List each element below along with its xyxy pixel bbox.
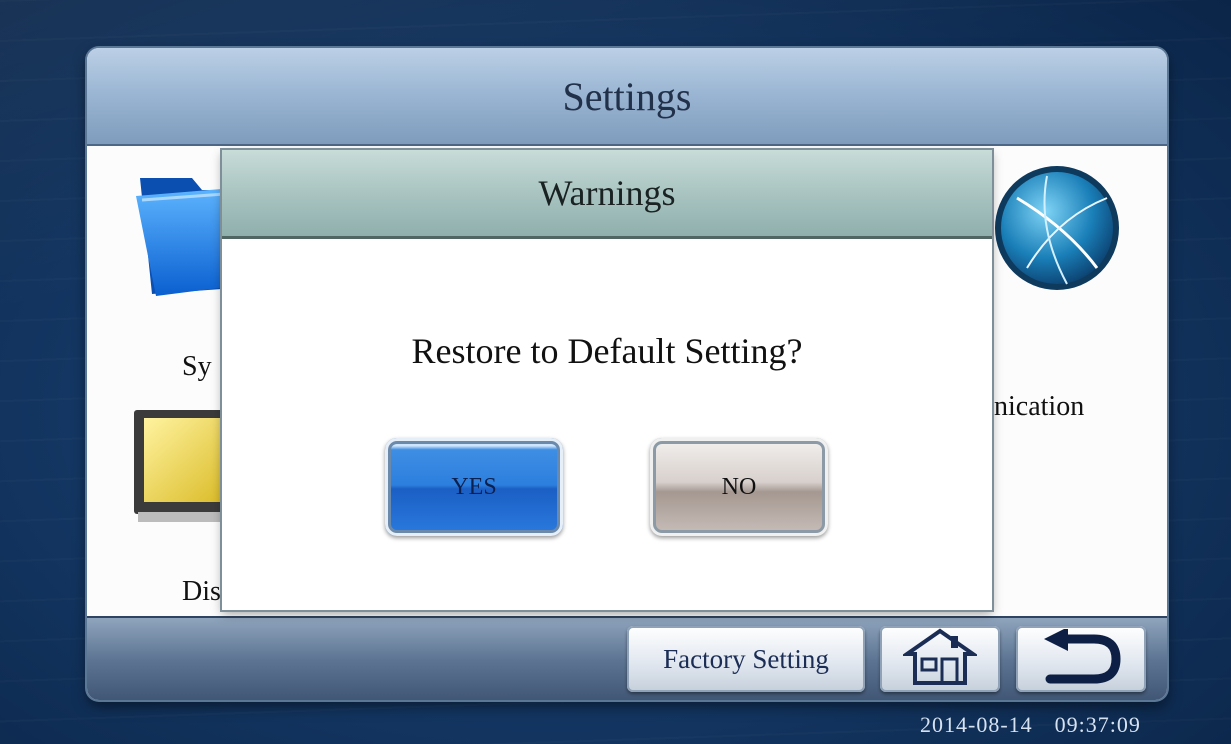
home-icon xyxy=(900,628,980,691)
item-label-display: Dis xyxy=(182,576,221,607)
home-button[interactable] xyxy=(880,626,1000,692)
yes-button-label: YES xyxy=(451,473,497,500)
back-button[interactable] xyxy=(1016,626,1146,692)
item-label-system: Sy xyxy=(182,351,212,382)
page-title: Settings xyxy=(562,73,692,119)
yes-button[interactable]: YES xyxy=(385,438,563,536)
status-time: 09:37:09 xyxy=(1054,712,1141,737)
dialog-header: Warnings xyxy=(222,150,992,239)
back-arrow-icon xyxy=(1036,626,1126,690)
no-button[interactable]: NO xyxy=(650,438,828,536)
status-date: 2014-08-14 xyxy=(920,712,1033,737)
globe-icon[interactable] xyxy=(977,158,1127,298)
dialog-title: Warnings xyxy=(538,173,676,213)
warning-dialog: Warnings Restore to Default Setting? YES… xyxy=(222,150,992,610)
factory-setting-button[interactable]: Factory Setting xyxy=(627,626,865,692)
no-button-label: NO xyxy=(721,473,757,500)
window-header: Settings xyxy=(87,48,1167,146)
window-footer: Factory Setting xyxy=(87,616,1167,700)
status-datetime: 2014-08-14 09:37:09 xyxy=(920,712,1141,738)
item-label-communication: unication xyxy=(980,391,1085,422)
dialog-message: Restore to Default Setting? xyxy=(411,331,803,371)
